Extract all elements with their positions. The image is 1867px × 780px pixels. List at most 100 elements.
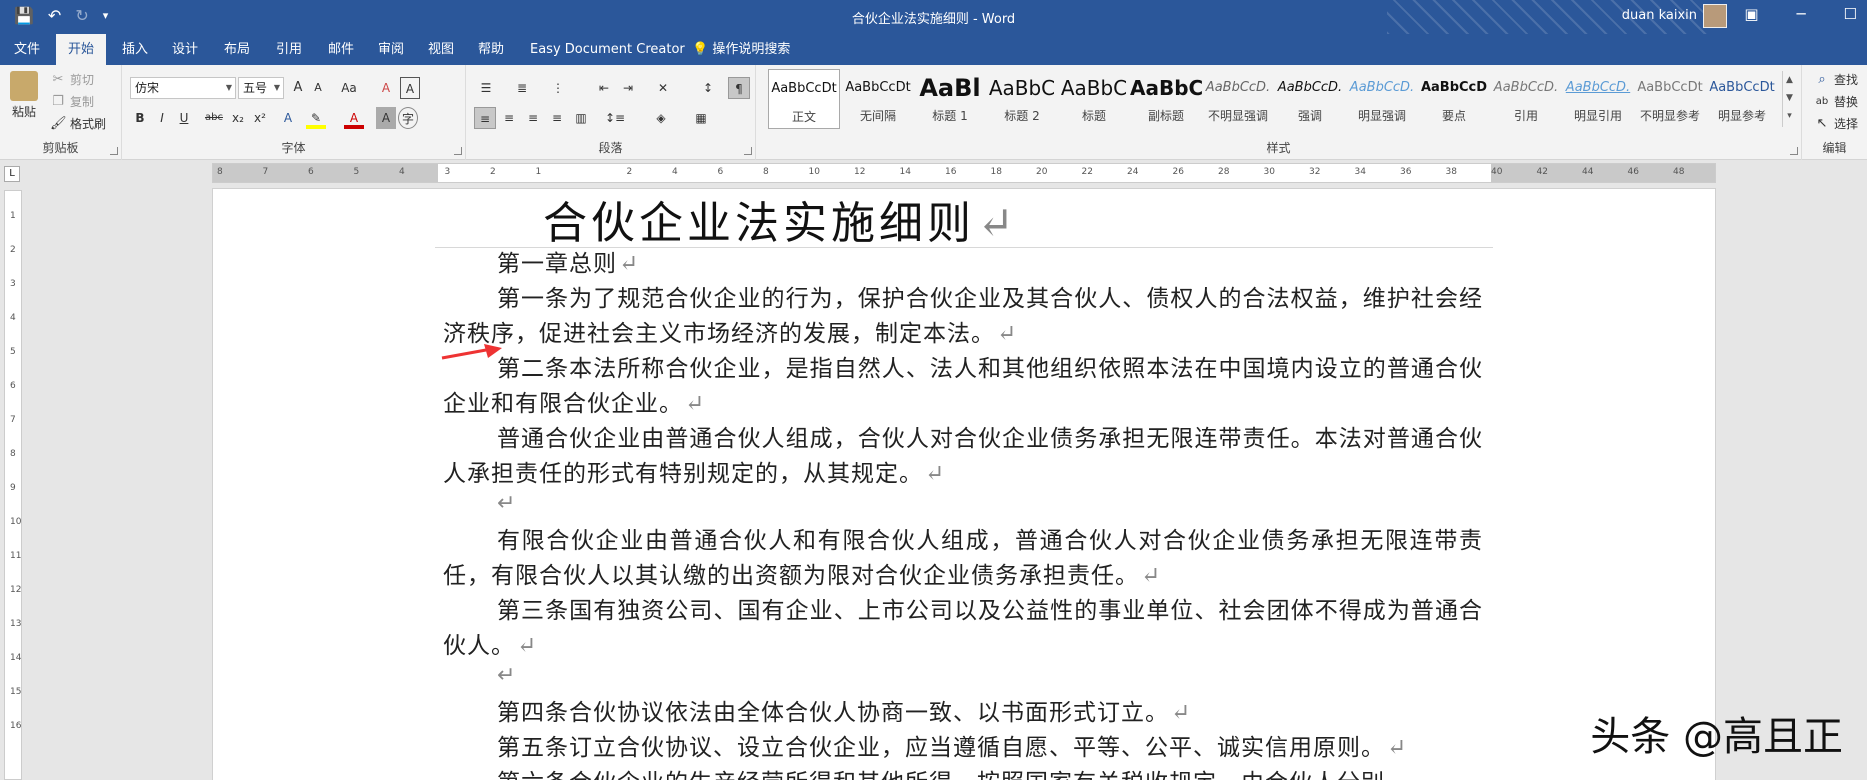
style-intense-quote[interactable]: AaBbCcD. 明显引用: [1562, 69, 1634, 129]
style-subtitle[interactable]: AaBbC 副标题: [1130, 69, 1202, 129]
copy-button[interactable]: ❐ 复制: [50, 93, 94, 110]
font-size-dropdown[interactable]: 五号 ▼: [238, 77, 284, 99]
grow-font-button[interactable]: A: [288, 77, 308, 99]
decrease-indent-icon[interactable]: ⇤: [592, 77, 616, 99]
style-subtle-emphasis[interactable]: AaBbCcD. 不明显强调: [1202, 69, 1274, 129]
horizontal-ruler[interactable]: 8 7 6 5 4 3 2 1 2 4 6 8 10 12 14 16 18 20 22 24 26 28 30 32 34 36…: [212, 163, 1716, 183]
subscript-button[interactable]: x₂: [228, 107, 248, 129]
superscript-button[interactable]: x²: [250, 107, 270, 129]
justify-icon[interactable]: ≡: [546, 107, 568, 129]
style-quote[interactable]: AaBbCcD. 引用: [1490, 69, 1562, 129]
paragraph-6[interactable]: 第三条国有独资公司、国有企业、上市公司以及公益性的事业单位、社会团体不得成为普通…: [443, 594, 1483, 664]
style-title[interactable]: AaBbC 标题: [1058, 69, 1130, 129]
bullets-icon[interactable]: ☰: [474, 77, 498, 99]
align-right-icon[interactable]: ≡: [522, 107, 544, 129]
font-color-icon[interactable]: A: [344, 107, 364, 129]
clear-formatting-button[interactable]: A: [376, 77, 396, 99]
tab-layout[interactable]: 布局: [212, 34, 262, 65]
change-case-button[interactable]: Aa: [334, 77, 364, 99]
ribbon-display-icon[interactable]: ▣: [1744, 5, 1758, 23]
user-name[interactable]: duan kaixin: [1622, 8, 1697, 23]
shading-icon[interactable]: ◈: [646, 107, 676, 129]
bold-button[interactable]: B: [130, 107, 150, 129]
strikethrough-button[interactable]: abc: [202, 107, 226, 129]
font-name-dropdown[interactable]: 仿宋 ▼: [130, 77, 236, 99]
font-name-value: 仿宋: [135, 81, 160, 95]
asian-layout-icon[interactable]: ✕: [648, 77, 678, 99]
highlight-icon[interactable]: ✎: [306, 107, 326, 129]
increase-indent-icon[interactable]: ⇥: [616, 77, 640, 99]
paragraph-launcher[interactable]: [744, 147, 752, 155]
maximize-icon[interactable]: ☐: [1844, 5, 1857, 23]
format-painter-button[interactable]: 🖌 格式刷: [50, 115, 106, 132]
select-button[interactable]: ↖ 选择: [1814, 115, 1858, 132]
numbering-icon[interactable]: ≣: [510, 77, 534, 99]
paragraph-text: 普通合伙企业由普通合伙人组成，合伙人对合伙企业债务承担无限连带责任。本法对普通合…: [443, 426, 1483, 487]
tab-easy-document-creator[interactable]: Easy Document Creator: [518, 34, 697, 65]
font-launcher[interactable]: [454, 147, 462, 155]
document-title[interactable]: 合伙企业法实施细则↵: [543, 187, 1018, 251]
vertical-ruler[interactable]: 1 2 3 4 5 6 7 8 9 10 11 12 13 14 15 16: [4, 190, 22, 780]
tab-selector[interactable]: L: [4, 166, 20, 182]
style-strong[interactable]: AaBbCcD 要点: [1418, 69, 1490, 129]
paragraph-5[interactable]: 有限合伙企业由普通合伙人和有限合伙人组成，普通合伙人对合伙企业债务承担无限连带责…: [443, 524, 1483, 594]
styles-launcher[interactable]: [1790, 147, 1798, 155]
text-effects-icon[interactable]: A: [278, 107, 298, 129]
avatar[interactable]: [1703, 4, 1727, 28]
cut-button[interactable]: ✂ 剪切: [50, 71, 94, 88]
tell-me-search[interactable]: 💡 操作说明搜索: [692, 34, 790, 65]
paragraph-4[interactable]: 普通合伙企业由普通合伙人组成，合伙人对合伙企业债务承担无限连带责任。本法对普通合…: [443, 422, 1483, 492]
paragraph-1[interactable]: 第一章总则↵: [443, 247, 1483, 282]
style-no-spacing[interactable]: AaBbCcDt 无间隔: [842, 69, 914, 129]
italic-button[interactable]: I: [152, 107, 172, 129]
style-subtle-reference[interactable]: AaBbCcDt 不明显参考: [1634, 69, 1706, 129]
ruler-number: 18: [990, 167, 1002, 177]
character-shading-icon[interactable]: A: [376, 107, 396, 129]
tab-file[interactable]: 文件: [2, 34, 52, 65]
empty-paragraph[interactable]: ↵: [497, 663, 515, 688]
document-title-text: 合伙企业法实施细则: [543, 198, 975, 249]
style-intense-emphasis[interactable]: AaBbCcD. 明显强调: [1346, 69, 1418, 129]
tab-view[interactable]: 视图: [416, 34, 466, 65]
tab-insert[interactable]: 插入: [110, 34, 160, 65]
character-border-button[interactable]: A: [400, 77, 420, 99]
styles-scroll[interactable]: ▲ ▼ ▾: [1782, 71, 1796, 127]
paragraph-8[interactable]: 第五条订立合伙协议、设立合伙企业，应当遵循自愿、平等、公平、诚实信用原则。↵: [443, 731, 1483, 766]
vruler-number: 14: [10, 653, 22, 663]
paragraph-3[interactable]: 第二条本法所称合伙企业，是指自然人、法人和其他组织依照本法在中国境内设立的普通合…: [443, 352, 1483, 422]
sort-icon[interactable]: ↕: [696, 77, 720, 99]
distributed-icon[interactable]: ▥: [570, 107, 592, 129]
style-heading-1[interactable]: AaBl 标题 1: [914, 69, 986, 129]
align-center-icon[interactable]: ≡: [498, 107, 520, 129]
tab-mailings[interactable]: 邮件: [316, 34, 366, 65]
find-button[interactable]: ⌕ 查找: [1814, 71, 1858, 88]
style-normal[interactable]: AaBbCcDt 正文: [768, 69, 840, 129]
style-intense-reference[interactable]: AaBbCcDt 明显参考: [1706, 69, 1778, 129]
multilevel-list-icon[interactable]: ⋮: [546, 77, 570, 99]
clipboard-launcher[interactable]: [110, 147, 118, 155]
paste-button[interactable]: 粘贴: [10, 71, 38, 120]
line-spacing-icon[interactable]: ↕≡: [600, 107, 630, 129]
tab-design[interactable]: 设计: [160, 34, 210, 65]
tab-home[interactable]: 开始: [56, 34, 107, 65]
underline-button[interactable]: U: [174, 107, 194, 129]
replace-button[interactable]: ab 替换: [1814, 93, 1858, 110]
tab-review[interactable]: 审阅: [366, 34, 416, 65]
lightbulb-icon: 💡: [692, 42, 709, 57]
tab-help[interactable]: 帮助: [466, 34, 516, 65]
tab-references[interactable]: 引用: [264, 34, 314, 65]
ruler-number: 7: [262, 167, 269, 177]
paragraph-9[interactable]: 第六条合伙企业的生产经营所得和其他所得，按照国家有关税收规定，由合伙人分别: [443, 766, 1483, 780]
style-emphasis[interactable]: AaBbCcD. 强调: [1274, 69, 1346, 129]
minimize-icon[interactable]: ─: [1797, 5, 1806, 23]
show-marks-icon[interactable]: ¶: [728, 77, 750, 99]
align-left-icon[interactable]: ≡: [474, 107, 496, 129]
empty-paragraph[interactable]: ↵: [497, 491, 515, 516]
enclose-characters-icon[interactable]: 字: [398, 107, 418, 129]
document-page[interactable]: 合伙企业法实施细则↵ 第一章总则↵ 第一条为了规范合伙企业的行为，保护合伙企业及…: [212, 188, 1716, 780]
paragraph-2[interactable]: 第一条为了规范合伙企业的行为，保护合伙企业及其合伙人、债权人的合法权益，维护社会…: [443, 282, 1483, 352]
borders-icon[interactable]: ▦: [686, 107, 716, 129]
style-heading-2[interactable]: AaBbC 标题 2: [986, 69, 1058, 129]
shrink-font-button[interactable]: A: [308, 77, 328, 99]
paragraph-7[interactable]: 第四条合伙协议依法由全体合伙人协商一致、以书面形式订立。↵: [443, 696, 1483, 731]
